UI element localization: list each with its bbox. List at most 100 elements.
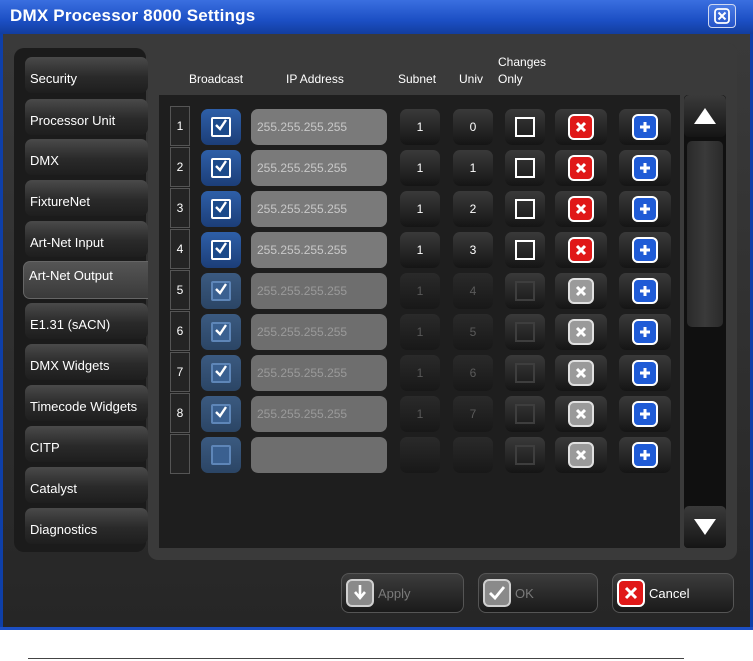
close-button[interactable] — [708, 4, 736, 28]
scroll-down-button[interactable] — [684, 506, 726, 548]
changes-only-checkbox[interactable] — [505, 314, 545, 350]
checkmark-icon — [214, 405, 228, 424]
checkmark-icon — [214, 118, 228, 137]
table-row: 1 255.255.255.255 1 0 — [159, 106, 680, 147]
plus-icon — [632, 114, 658, 140]
add-row-button[interactable] — [619, 355, 671, 391]
row-number: 5 — [170, 270, 190, 310]
univ-field[interactable]: 5 — [453, 314, 493, 350]
delete-row-button[interactable] — [555, 109, 607, 145]
univ-field[interactable]: 4 — [453, 273, 493, 309]
title-bar: DMX Processor 8000 Settings — [0, 0, 753, 34]
plus-icon — [632, 155, 658, 181]
delete-x-icon — [568, 278, 594, 304]
apply-label: Apply — [378, 585, 411, 601]
row-number: 6 — [170, 311, 190, 351]
delete-row-button[interactable] — [555, 314, 607, 350]
add-row-button[interactable] — [619, 109, 671, 145]
broadcast-checkbox[interactable] — [201, 355, 241, 391]
broadcast-checkbox[interactable] — [201, 150, 241, 186]
changes-only-checkbox[interactable] — [505, 232, 545, 268]
univ-field[interactable]: 3 — [453, 232, 493, 268]
col-header-ip: IP Address — [286, 72, 344, 86]
univ-field[interactable]: 0 — [453, 109, 493, 145]
tab-art-net-output[interactable]: Art-Net Output — [23, 261, 148, 299]
add-row-button[interactable] — [619, 437, 671, 473]
tab-dmx[interactable]: DMX — [25, 139, 148, 175]
subnet-field[interactable]: 1 — [400, 273, 440, 309]
tab-fixturenet[interactable]: FixtureNet — [25, 180, 148, 216]
row-number: 8 — [170, 393, 190, 433]
add-row-button[interactable] — [619, 150, 671, 186]
delete-row-button[interactable] — [555, 150, 607, 186]
ip-address-field[interactable]: 255.255.255.255 — [251, 396, 387, 432]
tab-e1-31-sacn[interactable]: E1.31 (sACN) — [25, 303, 148, 339]
col-header-broadcast: Broadcast — [189, 72, 244, 86]
subnet-field[interactable]: 1 — [400, 396, 440, 432]
ok-button[interactable]: OK — [478, 573, 598, 613]
delete-row-button[interactable] — [555, 355, 607, 391]
broadcast-checkbox[interactable] — [201, 396, 241, 432]
univ-field[interactable]: 7 — [453, 396, 493, 432]
subnet-field[interactable]: 1 — [400, 191, 440, 227]
add-row-button[interactable] — [619, 232, 671, 268]
delete-row-button[interactable] — [555, 437, 607, 473]
ip-address-field[interactable]: 255.255.255.255 — [251, 232, 387, 268]
subnet-field[interactable]: 1 — [400, 109, 440, 145]
subnet-field[interactable] — [400, 437, 440, 473]
tab-security[interactable]: Security — [25, 57, 148, 93]
scrollbar[interactable] — [684, 95, 726, 548]
changes-only-checkbox[interactable] — [505, 437, 545, 473]
broadcast-checkbox[interactable] — [201, 437, 241, 473]
broadcast-checkbox[interactable] — [201, 273, 241, 309]
ip-address-field[interactable]: 255.255.255.255 — [251, 273, 387, 309]
tab-dmx-widgets[interactable]: DMX Widgets — [25, 344, 148, 380]
delete-row-button[interactable] — [555, 273, 607, 309]
broadcast-checkbox[interactable] — [201, 191, 241, 227]
broadcast-checkbox[interactable] — [201, 232, 241, 268]
tab-art-net-input[interactable]: Art-Net Input — [25, 221, 148, 257]
tab-processor-unit[interactable]: Processor Unit — [25, 99, 148, 135]
subnet-field[interactable]: 1 — [400, 355, 440, 391]
changes-only-checkbox[interactable] — [505, 150, 545, 186]
broadcast-checkbox[interactable] — [201, 314, 241, 350]
tab-catalyst[interactable]: Catalyst — [25, 467, 148, 503]
scroll-thumb[interactable] — [687, 141, 723, 327]
delete-row-button[interactable] — [555, 191, 607, 227]
univ-field[interactable]: 1 — [453, 150, 493, 186]
delete-row-button[interactable] — [555, 396, 607, 432]
changes-only-checkbox[interactable] — [505, 355, 545, 391]
ip-address-field[interactable]: 255.255.255.255 — [251, 314, 387, 350]
add-row-button[interactable] — [619, 396, 671, 432]
changes-only-checkbox[interactable] — [505, 191, 545, 227]
ip-address-field[interactable]: 255.255.255.255 — [251, 109, 387, 145]
ip-address-field[interactable] — [251, 437, 387, 473]
delete-row-button[interactable] — [555, 232, 607, 268]
add-row-button[interactable] — [619, 314, 671, 350]
table-row: 5 255.255.255.255 1 4 — [159, 270, 680, 311]
univ-field[interactable]: 6 — [453, 355, 493, 391]
scroll-up-button[interactable] — [684, 95, 726, 137]
broadcast-checkbox[interactable] — [201, 109, 241, 145]
univ-field[interactable] — [453, 437, 493, 473]
delete-x-icon — [568, 360, 594, 386]
ip-address-field[interactable]: 255.255.255.255 — [251, 355, 387, 391]
row-number — [170, 434, 190, 474]
checkmark-icon — [214, 241, 228, 260]
apply-button[interactable]: Apply — [341, 573, 464, 613]
changes-only-checkbox[interactable] — [505, 396, 545, 432]
tab-citp[interactable]: CITP — [25, 426, 148, 462]
changes-only-checkbox[interactable] — [505, 273, 545, 309]
subnet-field[interactable]: 1 — [400, 314, 440, 350]
ip-address-field[interactable]: 255.255.255.255 — [251, 191, 387, 227]
cancel-button[interactable]: Cancel — [612, 573, 734, 613]
ip-address-field[interactable]: 255.255.255.255 — [251, 150, 387, 186]
add-row-button[interactable] — [619, 191, 671, 227]
subnet-field[interactable]: 1 — [400, 150, 440, 186]
changes-only-checkbox[interactable] — [505, 109, 545, 145]
tab-diagnostics[interactable]: Diagnostics — [25, 508, 148, 544]
add-row-button[interactable] — [619, 273, 671, 309]
univ-field[interactable]: 2 — [453, 191, 493, 227]
tab-timecode-widgets[interactable]: Timecode Widgets — [25, 385, 148, 421]
subnet-field[interactable]: 1 — [400, 232, 440, 268]
